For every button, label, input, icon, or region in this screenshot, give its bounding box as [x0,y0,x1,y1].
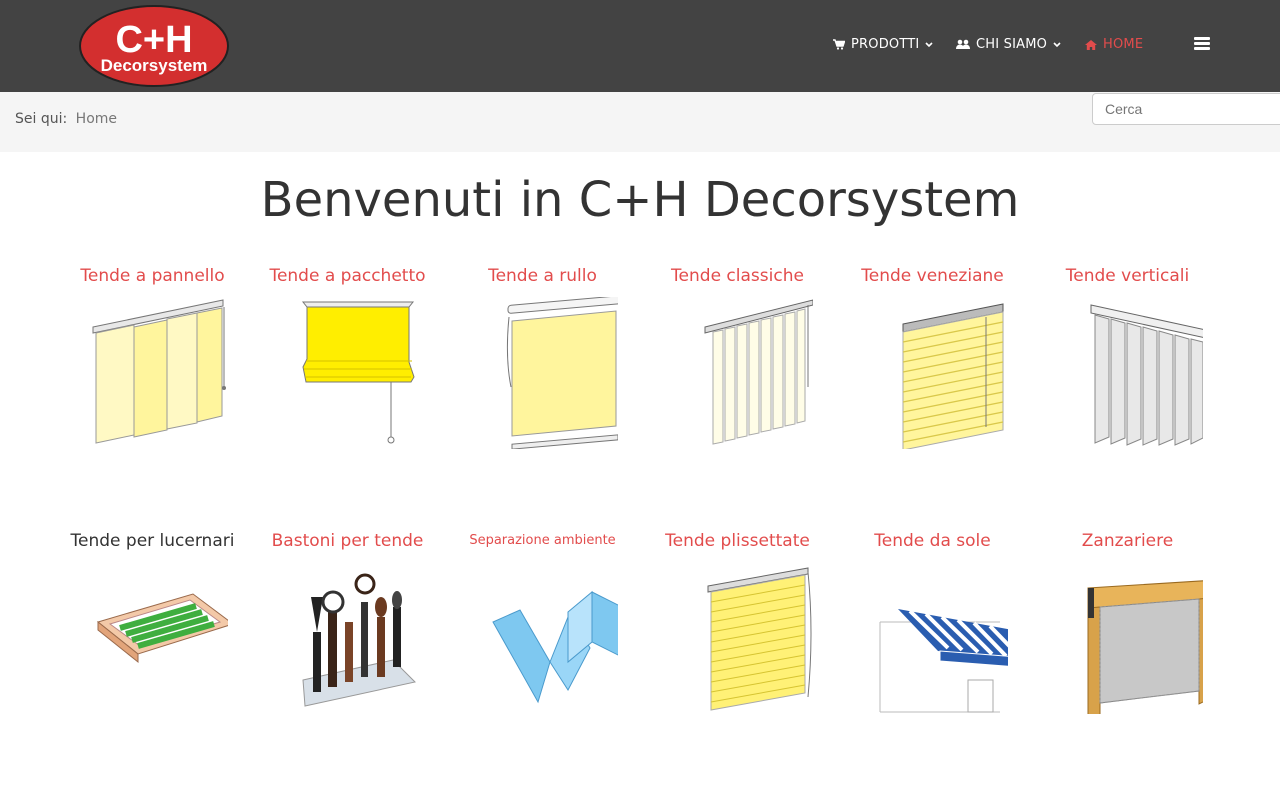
product-tende-a-pacchetto[interactable]: Tende a pacchetto [250,265,445,449]
product-zanzariere[interactable]: Zanzariere [1030,530,1225,714]
hamburger-icon[interactable] [1194,37,1210,51]
page-title: Benvenuti in C+H Decorsystem [260,172,1020,228]
product-label[interactable]: Tende a rullo [445,265,640,287]
breadcrumb-bar: Sei qui: Home [0,92,1280,152]
vertical-blind-image [1090,304,1203,446]
roman-shade-image [301,301,415,444]
product-label[interactable]: Tende da sole [835,530,1030,552]
brand-logo[interactable]: C+H Decorsystem [78,4,230,88]
cart-icon [833,39,845,50]
product-label[interactable]: Tende a pannello [55,265,250,287]
venetian-blind-image [902,303,1003,449]
search-input[interactable] [1092,93,1280,125]
nav-home-label: HOME [1103,37,1144,52]
product-label[interactable]: Tende classiche [640,265,835,287]
pleated-blind-image [707,567,811,711]
product-label[interactable]: Bastoni per tende [250,530,445,552]
users-icon [956,39,970,49]
product-tende-per-lucernari[interactable]: Tende per lucernari [55,530,250,714]
svg-text:C+H: C+H [115,19,192,61]
product-label[interactable]: Zanzariere [1030,530,1225,552]
product-tende-a-rullo[interactable]: Tende a rullo [445,265,640,449]
product-tende-classiche[interactable]: Tende classiche [640,265,835,449]
product-separazione-ambiente[interactable]: Separazione ambiente [445,530,640,714]
product-label[interactable]: Tende plissettate [640,530,835,552]
product-label[interactable]: Tende verticali [1030,265,1225,287]
product-tende-verticali[interactable]: Tende verticali [1030,265,1225,449]
breadcrumb: Sei qui: Home [15,111,117,127]
nav-chi-siamo[interactable]: CHI SIAMO [956,37,1061,52]
nav-prodotti[interactable]: PRODOTTI [833,37,934,52]
product-tende-plissettate[interactable]: Tende plissettate [640,530,835,714]
room-divider-image [491,590,618,704]
nav-chi-siamo-label: CHI SIAMO [976,37,1048,52]
roller-blind-image [506,297,618,449]
skylight-blind-image [96,593,228,664]
panel-curtain-image [92,299,226,444]
awning-image [879,609,1008,713]
product-label[interactable]: Separazione ambiente [445,530,640,552]
vertical-curtain-image [704,299,813,445]
mosquito-net-image [1087,580,1203,714]
breadcrumb-prefix: Sei qui: [15,111,68,127]
product-label[interactable]: Tende per lucernari [55,530,250,552]
product-tende-veneziane[interactable]: Tende veneziane [835,265,1030,449]
nav-home[interactable]: HOME [1085,37,1143,52]
breadcrumb-home[interactable]: Home [76,111,117,127]
product-label[interactable]: Tende a pacchetto [250,265,445,287]
product-tende-a-pannello[interactable]: Tende a pannello [55,265,250,449]
chevron-down-icon [925,41,934,47]
top-navbar: C+H Decorsystem PRODOTTI CHI SIAMO HOME [0,0,1280,92]
product-label[interactable]: Tende veneziane [835,265,1030,287]
product-bastoni-per-tende[interactable]: Bastoni per tende [250,530,445,714]
chevron-down-icon [1053,41,1061,47]
product-tende-da-sole[interactable]: Tende da sole [835,530,1030,714]
svg-text:Decorsystem: Decorsystem [101,56,208,75]
home-icon [1085,39,1097,50]
curtain-rods-image [301,573,416,707]
nav-prodotti-label: PRODOTTI [851,37,920,52]
